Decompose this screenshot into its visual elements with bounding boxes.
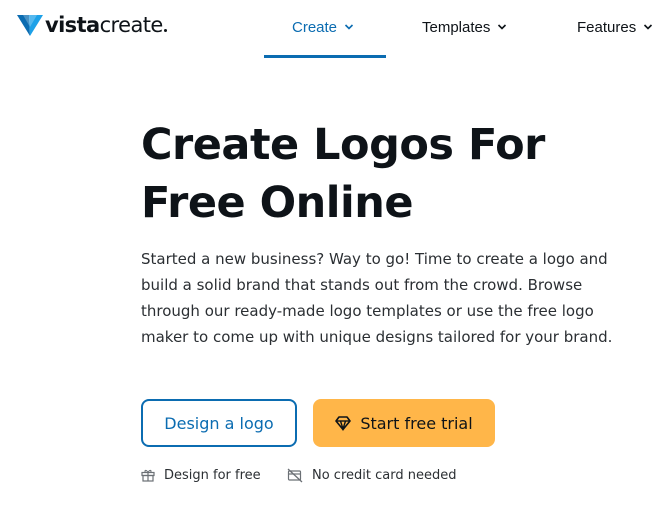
site-header: vistacreate Create Templates Features bbox=[0, 0, 662, 58]
nav-templates-label: Templates bbox=[422, 18, 491, 36]
brand-wordmark: vistacreate bbox=[45, 13, 167, 37]
chevron-down-icon bbox=[498, 24, 507, 30]
start-free-trial-label: Start free trial bbox=[360, 413, 473, 433]
no-card-icon bbox=[287, 468, 303, 482]
feature-no-card: No credit card needed bbox=[287, 466, 456, 484]
chevron-down-icon bbox=[344, 24, 354, 30]
brand-wordmark-rest: create bbox=[99, 13, 164, 37]
brand-dot bbox=[163, 29, 167, 32]
design-logo-label: Design a logo bbox=[164, 413, 274, 433]
nav-templates[interactable]: Templates bbox=[422, 17, 507, 37]
nav-features-label: Features bbox=[577, 18, 637, 36]
nav-features[interactable]: Features bbox=[577, 17, 653, 37]
nav-create-label: Create bbox=[292, 18, 338, 36]
page-title: Create Logos For Free Online bbox=[141, 116, 621, 232]
nav-create[interactable]: Create bbox=[292, 17, 354, 37]
design-logo-button[interactable]: Design a logo bbox=[141, 399, 297, 447]
start-free-trial-button[interactable]: Start free trial bbox=[313, 399, 495, 447]
vistacreate-logo[interactable]: vistacreate bbox=[17, 10, 167, 40]
feature-no-card-label: No credit card needed bbox=[312, 467, 457, 483]
diamond-icon bbox=[335, 416, 352, 431]
chevron-down-icon bbox=[644, 24, 653, 30]
feature-design-free-label: Design for free bbox=[164, 467, 261, 483]
hero-description: Started a new business? Way to go! Time … bbox=[141, 250, 613, 346]
page-title-line1: Create Logos For bbox=[141, 120, 545, 170]
nav-active-indicator bbox=[264, 55, 386, 58]
brand-wordmark-bold: vista bbox=[45, 13, 100, 37]
page-title-line2: Free Online bbox=[141, 178, 414, 228]
feature-design-free: Design for free bbox=[141, 466, 261, 484]
gift-icon bbox=[141, 469, 155, 482]
vistacreate-logo-icon bbox=[17, 15, 43, 36]
